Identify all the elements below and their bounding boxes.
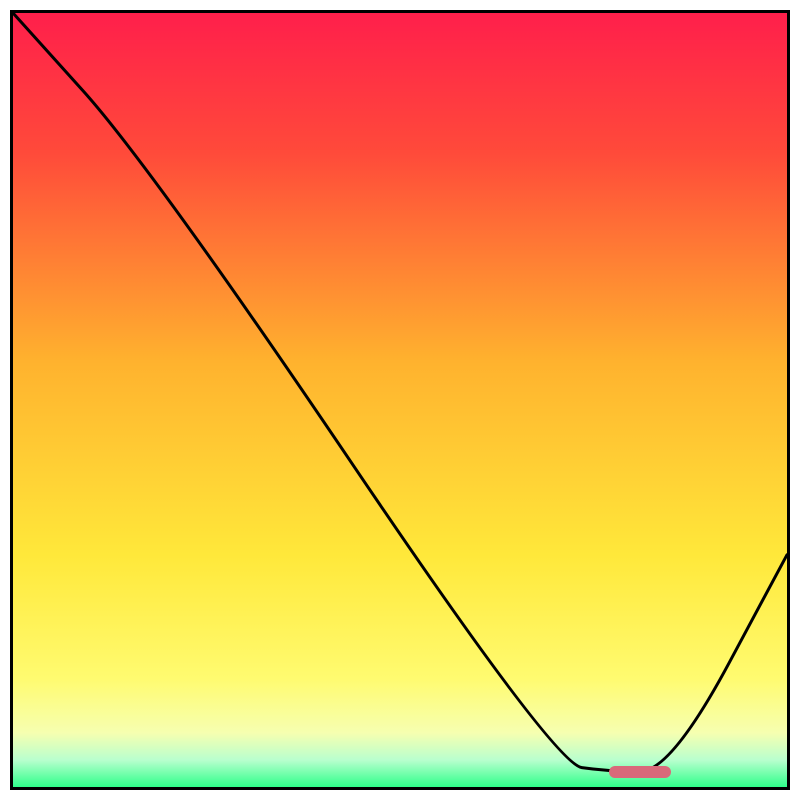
optimal-range-marker (609, 766, 671, 778)
chart-frame: TheBottleneck.com (10, 10, 790, 790)
bottleneck-curve (13, 13, 787, 787)
